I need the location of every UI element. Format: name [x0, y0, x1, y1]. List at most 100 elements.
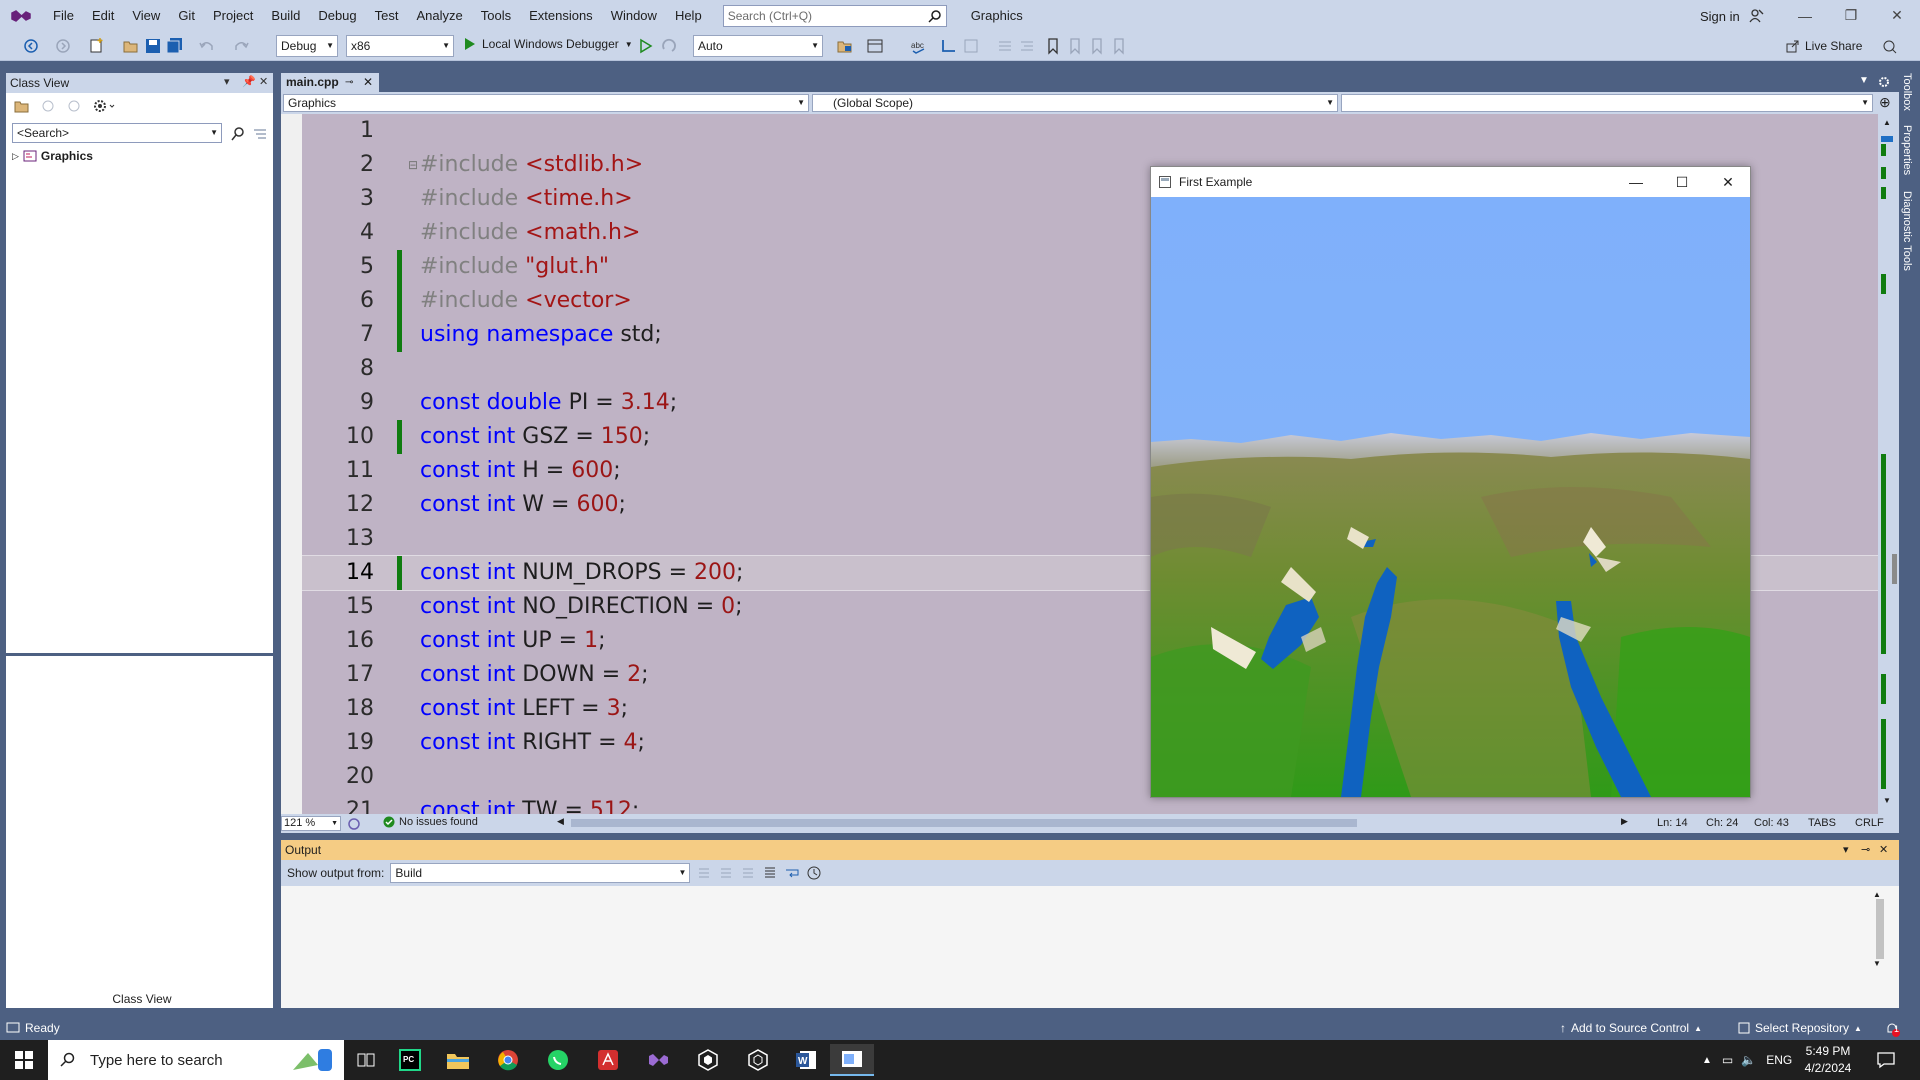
clear-all-icon[interactable]: [762, 865, 778, 881]
tab-pin-icon[interactable]: ⊸: [345, 73, 353, 92]
new-project-icon[interactable]: [88, 37, 106, 55]
first-example-taskbar-icon[interactable]: [830, 1044, 874, 1076]
toolbox-tab[interactable]: Toolbox: [1901, 73, 1913, 111]
next-message-icon[interactable]: [740, 865, 756, 881]
menu-git[interactable]: Git: [169, 0, 204, 31]
output-scrollbar[interactable]: ▲ ▼: [1873, 890, 1887, 990]
minimize-icon[interactable]: —: [1613, 167, 1659, 197]
file-explorer-icon[interactable]: [436, 1044, 480, 1076]
menu-build[interactable]: Build: [262, 0, 309, 31]
acrobat-icon[interactable]: [586, 1044, 630, 1076]
show-hidden-icons-icon[interactable]: ▲: [1696, 1055, 1718, 1066]
panel-pin-icon[interactable]: 📌: [242, 75, 256, 88]
menu-help[interactable]: Help: [666, 0, 711, 31]
minimize-icon[interactable]: —: [1782, 0, 1828, 31]
line-indicator[interactable]: Ln: 14: [1657, 817, 1688, 829]
navigate-back-icon[interactable]: [22, 37, 40, 55]
sign-in-button[interactable]: Sign in: [1700, 8, 1764, 24]
first-example-title-bar[interactable]: First Example — ☐ ✕: [1151, 167, 1750, 197]
panel-splitter[interactable]: [6, 653, 273, 656]
task-view-icon[interactable]: [344, 1044, 388, 1076]
hot-reload-icon[interactable]: [660, 37, 678, 55]
tab-main-cpp[interactable]: main.cpp ⊸ ✕: [281, 73, 379, 92]
panel-pin-icon[interactable]: ⊸: [1861, 840, 1870, 860]
maximize-icon[interactable]: ☐: [1659, 167, 1705, 197]
menu-analyze[interactable]: Analyze: [407, 0, 471, 31]
layout-icon[interactable]: [866, 37, 884, 55]
scope-dropdown[interactable]: (Global Scope) ▼: [812, 94, 1338, 112]
issues-indicator[interactable]: No issues found: [383, 816, 478, 828]
tab-close-icon[interactable]: ✕: [363, 73, 373, 92]
menu-test[interactable]: Test: [366, 0, 408, 31]
tab-solution-explorer[interactable]: Solution Explorer: [6, 990, 107, 1008]
solution-platform-select[interactable]: x86 ▼: [346, 35, 454, 57]
find-message-icon[interactable]: [696, 865, 712, 881]
undo-icon[interactable]: [198, 37, 216, 55]
taskbar-search-input[interactable]: Type here to search: [48, 1040, 344, 1080]
add-to-source-control-button[interactable]: ↑ Add to Source Control ▲: [1560, 1021, 1702, 1035]
menu-extensions[interactable]: Extensions: [520, 0, 602, 31]
live-share-button[interactable]: Live Share: [1786, 39, 1862, 53]
clear-bookmarks-icon[interactable]: [1110, 37, 1128, 55]
close-icon[interactable]: ✕: [1705, 167, 1751, 197]
properties-tab[interactable]: Properties: [1901, 125, 1913, 175]
health-icon[interactable]: [347, 817, 361, 831]
restore-icon[interactable]: ❐: [1828, 0, 1874, 31]
next-bookmark-icon[interactable]: [1088, 37, 1106, 55]
tree-item-graphics[interactable]: ▷ Graphics: [6, 147, 273, 165]
step-into-icon[interactable]: [940, 37, 958, 55]
forward-icon[interactable]: [66, 98, 82, 114]
prev-bookmark-icon[interactable]: [1066, 37, 1084, 55]
project-dropdown[interactable]: Graphics ▼: [283, 94, 809, 112]
menu-file[interactable]: File: [44, 0, 83, 31]
prev-message-icon[interactable]: [718, 865, 734, 881]
word-wrap-icon[interactable]: [784, 865, 800, 881]
menu-window[interactable]: Window: [602, 0, 666, 31]
column-indicator[interactable]: Col: 43: [1754, 817, 1789, 829]
line-ending-indicator[interactable]: CRLF: [1855, 817, 1884, 829]
menu-edit[interactable]: Edit: [83, 0, 123, 31]
panel-close-icon[interactable]: ✕: [1879, 840, 1888, 860]
unity-hub-icon[interactable]: [736, 1044, 780, 1076]
scroll-up-icon[interactable]: ▲: [1883, 118, 1891, 127]
filter-icon[interactable]: [252, 126, 268, 142]
redo-icon[interactable]: [232, 37, 250, 55]
code-line[interactable]: 1: [302, 114, 1878, 148]
volume-icon[interactable]: 🔈: [1737, 1053, 1760, 1067]
comment-icon[interactable]: [996, 37, 1014, 55]
indentation-indicator[interactable]: TABS: [1808, 817, 1836, 829]
search-icon[interactable]: [230, 126, 246, 142]
member-dropdown[interactable]: ▼: [1341, 94, 1873, 112]
whatsapp-icon[interactable]: [536, 1044, 580, 1076]
uncomment-icon[interactable]: [1018, 37, 1036, 55]
menu-view[interactable]: View: [123, 0, 169, 31]
global-search-input[interactable]: Search (Ctrl+Q): [722, 4, 947, 27]
collapse-region-icon[interactable]: ⊟: [408, 148, 418, 182]
panel-dropdown-icon[interactable]: ▾: [224, 75, 230, 88]
start-debugging-button[interactable]: Local Windows Debugger ▼: [462, 37, 633, 51]
zoom-level-select[interactable]: 121 % ▼: [281, 816, 341, 831]
tab-class-view[interactable]: Class View: [107, 990, 177, 1008]
tab-list-dropdown-icon[interactable]: ▼: [1859, 75, 1869, 86]
close-icon[interactable]: ✕: [1874, 0, 1920, 31]
save-all-icon[interactable]: [166, 37, 184, 55]
chrome-icon[interactable]: [486, 1044, 530, 1076]
timestamp-clock-icon[interactable]: [806, 865, 822, 881]
action-center-icon[interactable]: [1876, 1050, 1896, 1070]
horizontal-scroll-thumb[interactable]: [571, 819, 1357, 827]
taskbar-clock[interactable]: 5:49 PM 4/2/2024: [1788, 1043, 1868, 1077]
panel-close-icon[interactable]: ✕: [259, 75, 268, 88]
visual-studio-logo-icon[interactable]: [0, 0, 44, 31]
diagnostic-tools-tab[interactable]: Diagnostic Tools: [1901, 191, 1913, 271]
settings-gear-icon[interactable]: [92, 98, 116, 114]
char-indicator[interactable]: Ch: 24: [1706, 817, 1738, 829]
new-folder-icon[interactable]: [14, 98, 30, 114]
navigate-forward-icon[interactable]: [54, 37, 72, 55]
notifications-bell-icon[interactable]: 1: [1884, 1021, 1900, 1037]
opengl-render-canvas[interactable]: [1151, 197, 1750, 797]
pycharm-icon[interactable]: PC: [388, 1044, 432, 1076]
visual-studio-icon[interactable]: [636, 1044, 680, 1076]
class-view-search-input[interactable]: <Search> ▼: [12, 123, 222, 143]
save-icon[interactable]: [144, 37, 162, 55]
solution-configuration-select[interactable]: Debug ▼: [276, 35, 338, 57]
